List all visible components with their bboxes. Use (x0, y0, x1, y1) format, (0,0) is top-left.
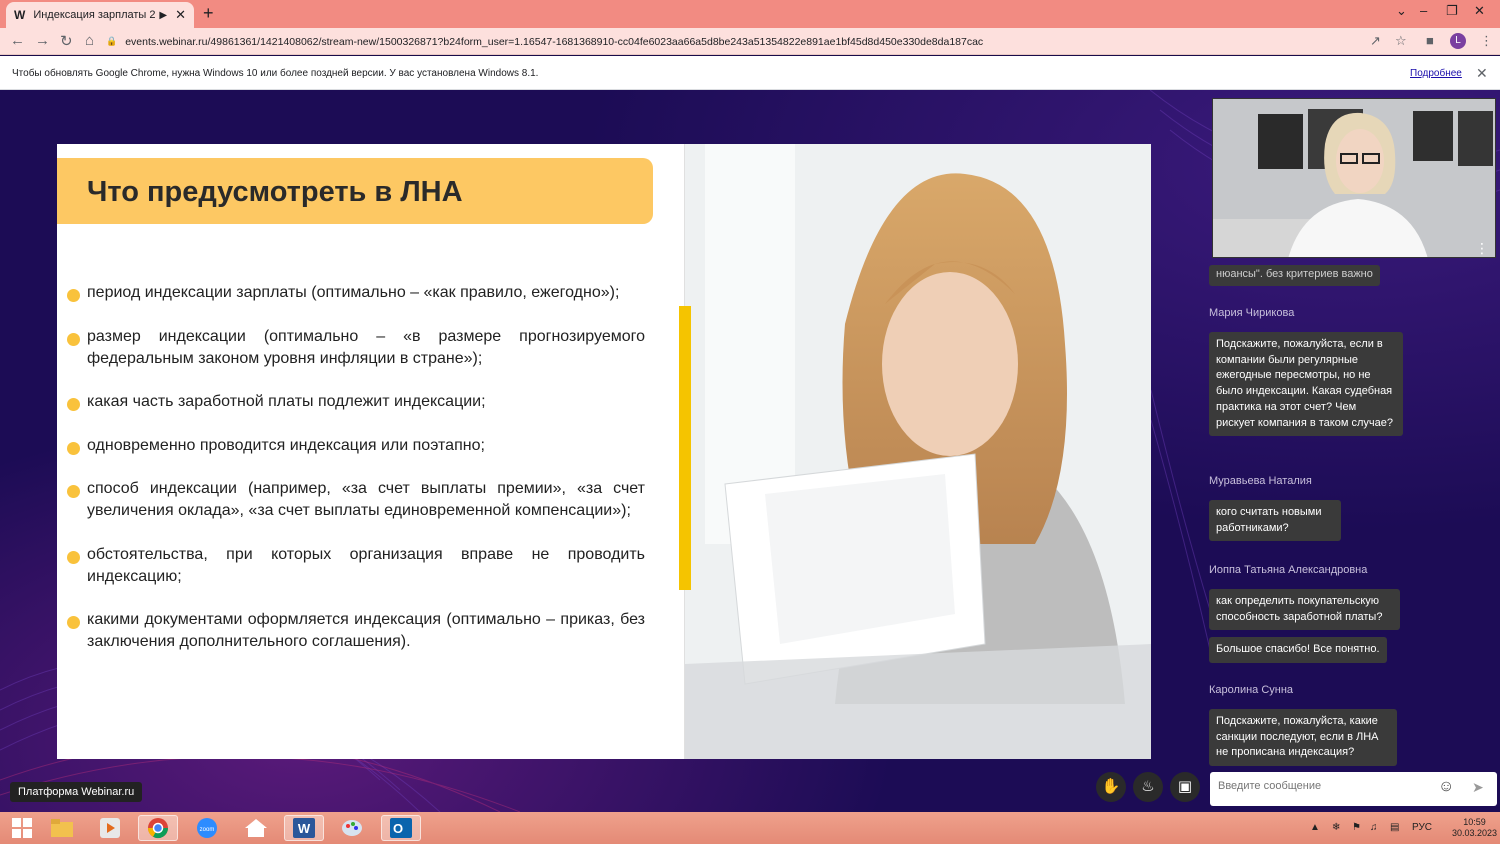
tab-strip: W Индексация зарплаты 2023 ▶ ✕ + ⌄ – ❐ ✕ (0, 0, 1500, 28)
word-icon[interactable]: W (284, 815, 324, 841)
infobar-more-link[interactable]: Подробнее (1410, 68, 1462, 79)
fire-icon: ♨ (1141, 778, 1155, 795)
language-indicator[interactable]: РУС (1412, 822, 1432, 833)
new-tab-button[interactable]: + (203, 3, 214, 24)
chat-author: Муравьева Наталия (1209, 475, 1312, 487)
network-icon[interactable]: ▤ (1390, 822, 1399, 833)
restore-icon[interactable]: ❐ (1446, 3, 1458, 19)
back-arrow-icon[interactable]: ← (10, 32, 25, 49)
chat-author: Мария Чирикова (1209, 307, 1295, 319)
hand-icon: ✋ (1101, 778, 1121, 795)
pip-icon: ▣ (1177, 778, 1193, 795)
webinar-stage: Что предусмотреть в ЛНА период индексаци… (0, 90, 1500, 812)
slide-bullet: какая часть заработной платы подлежит ин… (67, 391, 645, 413)
slide-accent-strip (679, 306, 691, 590)
slide-bullet: какими документами оформляется индексаци… (67, 609, 645, 653)
infobar-message: Чтобы обновлять Google Chrome, нужна Win… (12, 68, 539, 79)
chat-message: Подскажите, пожалуйста, если в компании … (1209, 332, 1403, 437)
update-infobar: Чтобы обновлять Google Chrome, нужна Win… (0, 56, 1500, 90)
slide-title: Что предусмотреть в ЛНА (87, 176, 463, 208)
bookmark-star-icon[interactable]: ☆ (1395, 33, 1407, 49)
tray-expand-icon[interactable]: ▲ (1310, 822, 1320, 833)
start-windows-icon[interactable] (2, 815, 42, 841)
browser-tab[interactable]: W Индексация зарплаты 2023 ▶ ✕ (6, 2, 194, 28)
raise-hand-button[interactable]: ✋ (1096, 772, 1126, 802)
reaction-button[interactable]: ♨ (1133, 772, 1163, 802)
url-text[interactable]: events.webinar.ru/49861361/1421408062/st… (125, 36, 983, 48)
chat-author: Иоппа Татьяна Александровна (1209, 564, 1368, 576)
clock-date: 30.03.2023 (1452, 828, 1498, 838)
chat-input[interactable] (1218, 780, 1428, 792)
system-clock[interactable]: 10:59 30.03.2023 (1452, 817, 1497, 839)
profile-avatar[interactable]: L (1450, 33, 1466, 49)
home-icon[interactable]: ⌂ (85, 32, 94, 49)
presenter-camera[interactable]: ⋮ (1212, 98, 1496, 258)
menu-dots-icon[interactable]: ⋮ (1480, 33, 1493, 49)
presentation-slide: Что предусмотреть в ЛНА период индексаци… (57, 144, 1151, 759)
picture-in-picture-button[interactable]: ▣ (1170, 772, 1200, 802)
side-panel-icon[interactable]: ■ (1426, 33, 1434, 48)
home-app-icon[interactable] (236, 815, 276, 841)
share-icon[interactable]: ↗ (1370, 33, 1381, 49)
chat-message: Подскажите, пожалуйста, какие санкции по… (1209, 709, 1397, 767)
slide-photo-woman-reading (684, 144, 1151, 759)
tray-app-icon[interactable]: ❄ (1332, 822, 1340, 833)
infobar-close-icon[interactable]: ✕ (1476, 65, 1488, 82)
chat-message: как определить покупательскую способност… (1209, 589, 1400, 631)
volume-icon[interactable]: ♫ (1370, 822, 1378, 833)
forward-arrow-icon[interactable]: → (35, 32, 50, 49)
slide-bullet: способ индексации (например, «за счет вы… (67, 478, 645, 522)
clock-time: 10:59 (1463, 817, 1486, 827)
minimize-icon[interactable]: – (1420, 3, 1427, 18)
flag-icon[interactable]: ⚑ (1352, 822, 1361, 833)
browser-toolbar: ← → ↻ ⌂ 🔒 events.webinar.ru/49861361/142… (0, 28, 1500, 55)
windows-taskbar: zoom W O ▲ ❄ ⚑ ♫ ▤ РУС 10:59 30.03.2023 (0, 812, 1500, 844)
file-explorer-icon[interactable] (42, 815, 82, 841)
slide-title-bar: Что предусмотреть в ЛНА (57, 158, 653, 224)
slide-bullet: обстоятельства, при которых организация … (67, 544, 645, 588)
send-icon[interactable]: ➤ (1472, 779, 1484, 796)
slide-bullet: размер индексации (оптимально – «в разме… (67, 326, 645, 370)
slide-bullet: одновременно проводится индексация или п… (67, 435, 645, 457)
media-player-icon[interactable] (90, 815, 130, 841)
tab-search-chevron-icon[interactable]: ⌄ (1396, 3, 1407, 19)
chat-message-partial: нюансы". без критериев важно (1209, 265, 1380, 286)
chat-input-box[interactable]: ☺ ➤ (1210, 772, 1497, 806)
platform-label: Платформа Webinar.ru (10, 782, 143, 802)
outlook-icon[interactable]: O (381, 815, 421, 841)
svg-text:O: O (393, 821, 403, 836)
svg-text:W: W (298, 821, 311, 836)
chat-message: Большое спасибо! Все понятно. (1209, 637, 1387, 663)
chat-message: кого считать новыми работниками? (1209, 500, 1341, 542)
paint-icon[interactable] (332, 815, 372, 841)
zoom-icon[interactable]: zoom (187, 815, 227, 841)
webinar-favicon-icon: W (14, 8, 26, 22)
slide-bullet: период индексации зарплаты (оптимально –… (67, 282, 645, 304)
camera-options-icon[interactable]: ⋮ (1475, 241, 1489, 255)
svg-text:zoom: zoom (200, 827, 215, 833)
tab-title: Индексация зарплаты 2023 (33, 9, 156, 21)
chrome-icon[interactable] (138, 815, 178, 841)
chat-author: Каролина Сунна (1209, 684, 1294, 696)
speaker-icon[interactable]: ▶ (159, 10, 167, 21)
slide-bullet-list: период индексации зарплаты (оптимально –… (67, 282, 645, 675)
close-window-icon[interactable]: ✕ (1474, 3, 1485, 19)
emoji-icon[interactable]: ☺ (1438, 778, 1454, 796)
close-tab-icon[interactable]: ✕ (175, 7, 186, 23)
reload-icon[interactable]: ↻ (60, 32, 73, 50)
address-bar[interactable]: 🔒 events.webinar.ru/49861361/1421408062/… (106, 31, 1476, 52)
lock-icon[interactable]: 🔒 (106, 36, 117, 47)
